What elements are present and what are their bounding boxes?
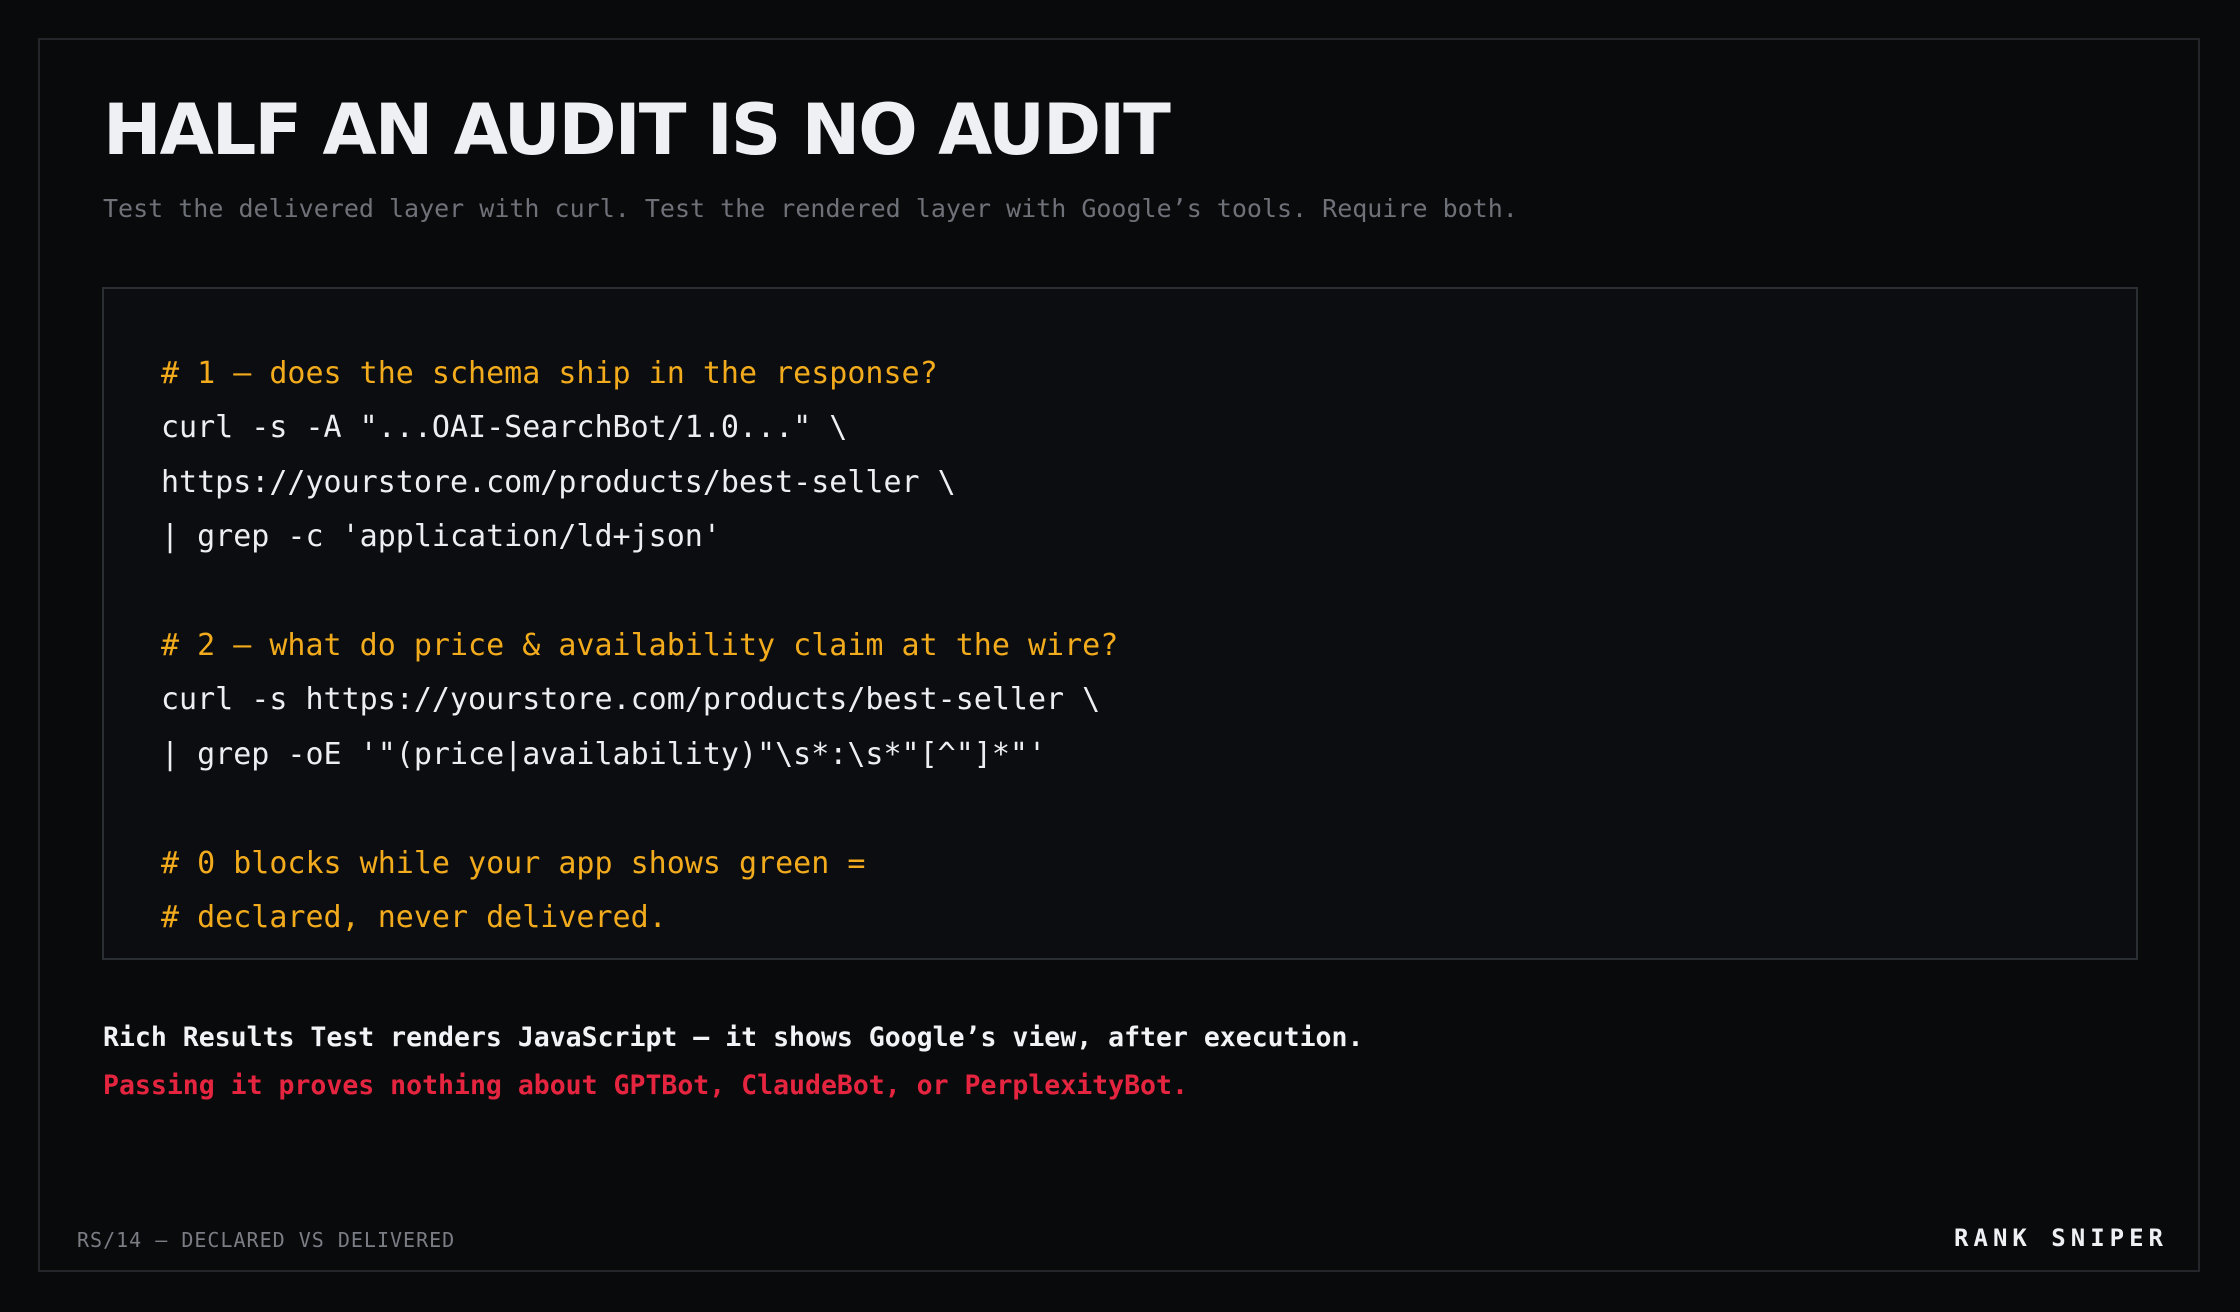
slide-footer-label: RS/14 — DECLARED VS DELIVERED xyxy=(77,1228,456,1252)
code-line: | grep -c 'application/ld+json' xyxy=(161,519,721,555)
code-line: | grep -oE '"(price|availability)"\s*:\s… xyxy=(161,736,1047,772)
slide-title: HALF AN AUDIT IS NO AUDIT xyxy=(103,89,1171,171)
note-rich-results: Rich Results Test renders JavaScript — i… xyxy=(103,1022,1364,1053)
code-line: # 0 blocks while your app shows green = xyxy=(161,845,866,881)
brand-wordmark: RANK SNIPER xyxy=(1954,1224,2168,1252)
code-line: # declared, never delivered. xyxy=(161,899,667,935)
code-line: https://yourstore.com/products/best-sell… xyxy=(161,464,956,500)
code-line: # 2 — what do price & availability claim… xyxy=(161,627,1119,663)
note-warning: Passing it proves nothing about GPTBot, … xyxy=(103,1070,1188,1101)
code-block: # 1 — does the schema ship in the respon… xyxy=(102,287,2138,960)
slide-subtitle: Test the delivered layer with curl. Test… xyxy=(103,194,1518,223)
code-line: # 1 — does the schema ship in the respon… xyxy=(161,356,938,391)
code-line: curl -s https://yourstore.com/products/b… xyxy=(161,682,1101,718)
code-line: curl -s -A "...OAI-SearchBot/1.0..." \ xyxy=(161,410,848,446)
